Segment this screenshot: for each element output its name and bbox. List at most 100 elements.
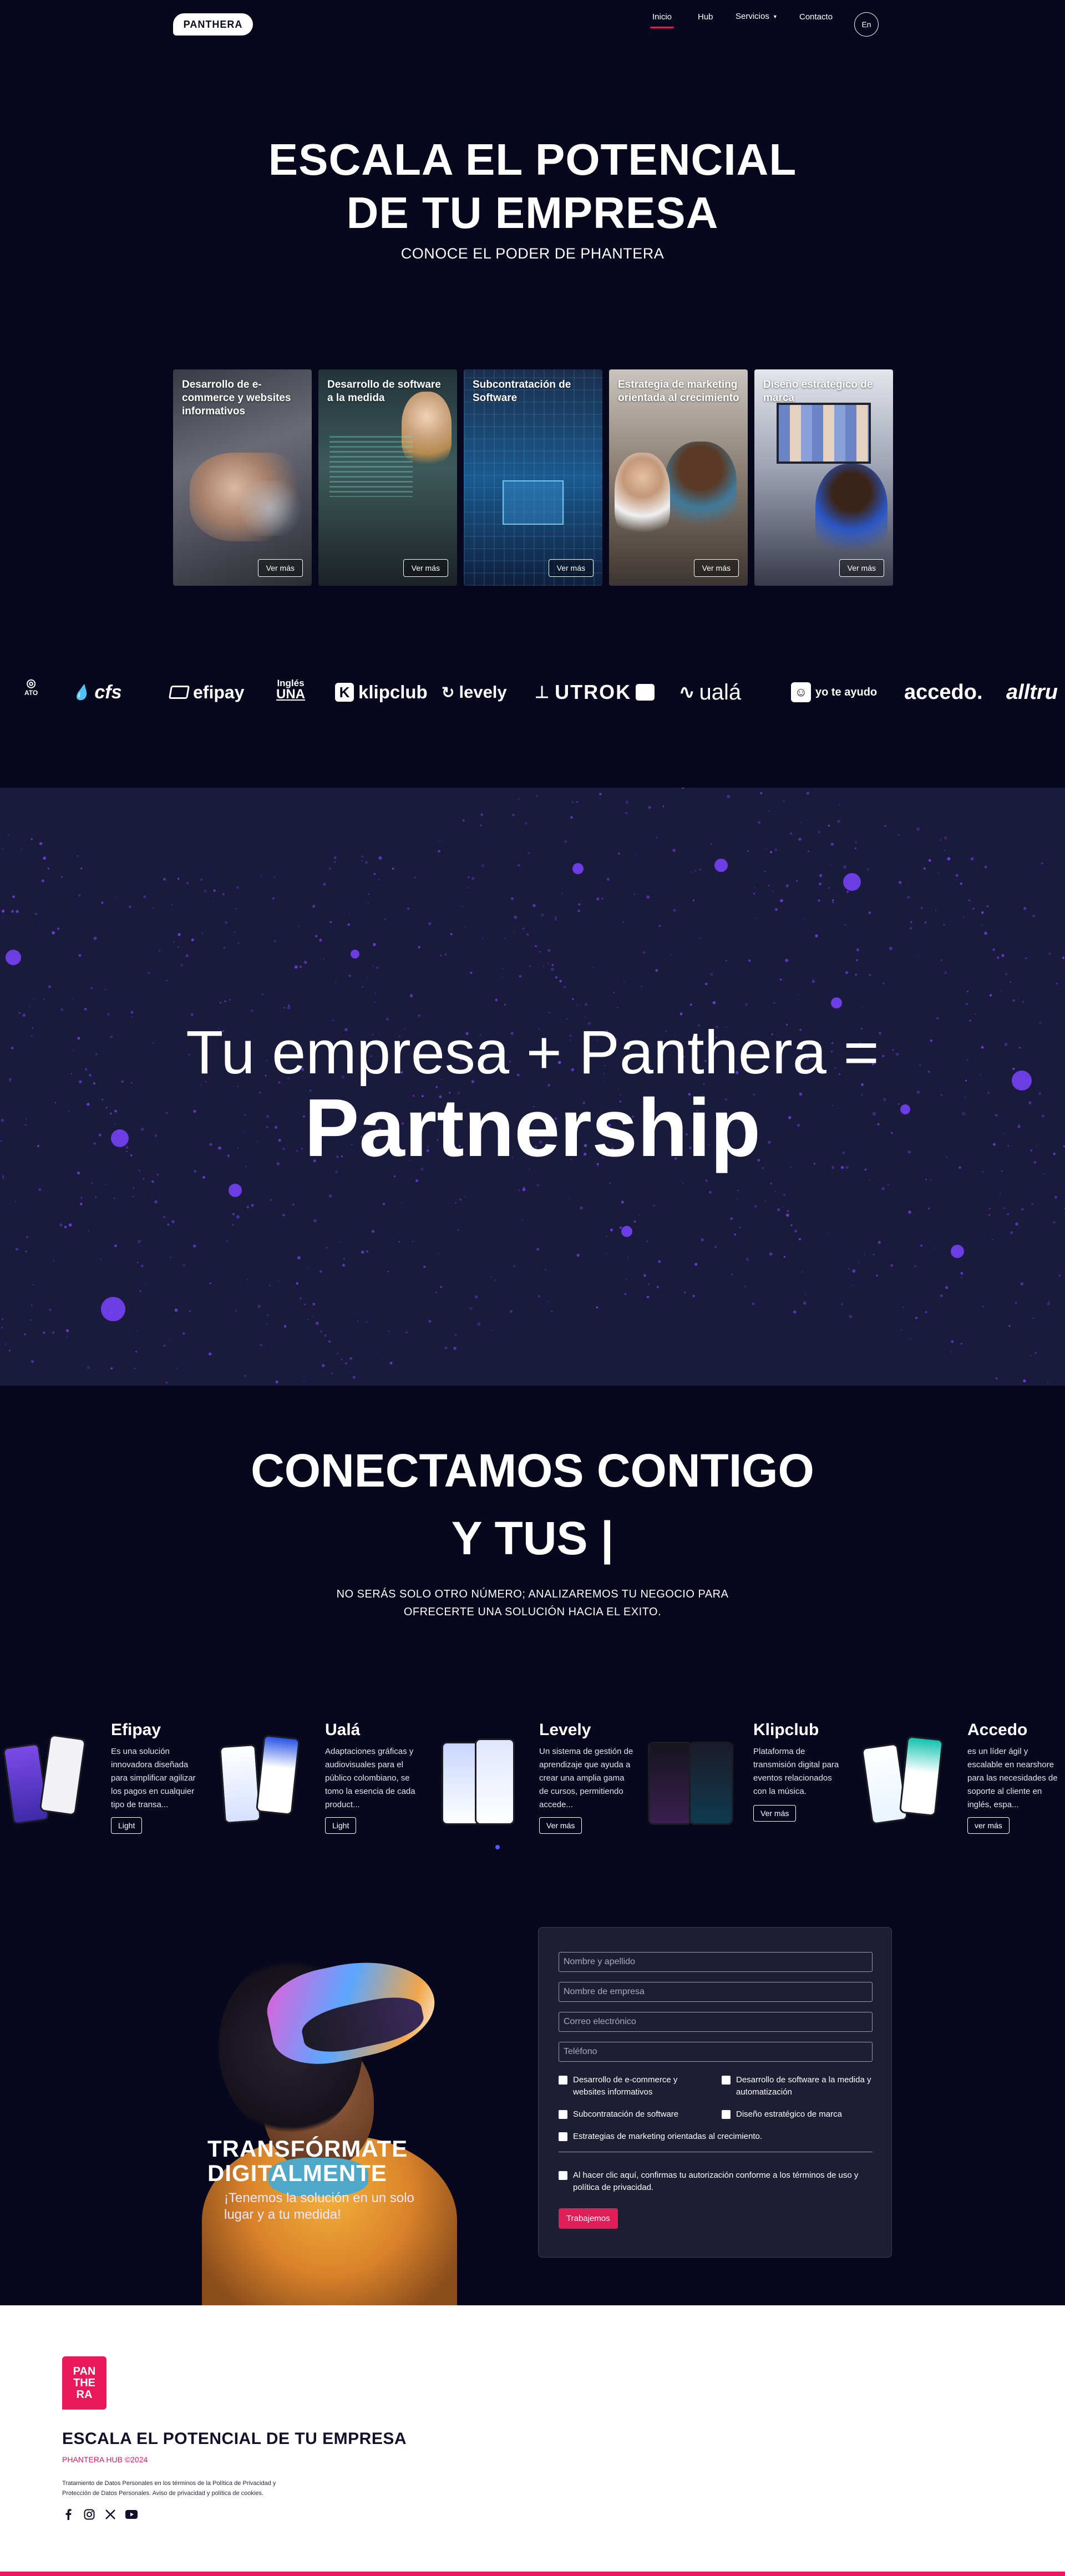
- apps-carousel: Efipay Es una solución innovadora diseña…: [0, 1714, 1065, 1858]
- particle: [224, 1000, 226, 1002]
- particle: [898, 834, 900, 836]
- particle: [1030, 1355, 1032, 1356]
- particle: [925, 1179, 927, 1180]
- particle: [1021, 1208, 1024, 1211]
- particle: [267, 1314, 268, 1316]
- footer-panthera-logo[interactable]: PAN THE RA: [62, 2356, 106, 2410]
- particle: [521, 1219, 523, 1221]
- particle: [1034, 1352, 1037, 1354]
- instagram-icon[interactable]: [83, 2508, 95, 2521]
- particle: [137, 1330, 139, 1332]
- particle: [848, 1268, 850, 1270]
- option-custom-software[interactable]: Desarrollo de software a la medida y aut…: [722, 2074, 883, 2098]
- particle: [78, 954, 82, 957]
- service-card-more-button[interactable]: Ver más: [548, 559, 594, 577]
- nav-link-inicio[interactable]: Inicio: [650, 10, 674, 28]
- particle: [43, 998, 45, 1000]
- particle: [881, 1187, 885, 1190]
- particle: [335, 981, 337, 982]
- submit-button[interactable]: Trabajemos: [559, 2208, 618, 2229]
- particle: [138, 1240, 141, 1244]
- client-logo-utrok: ⊥ UTROK: [535, 678, 655, 707]
- particle: [793, 1310, 797, 1314]
- checkbox[interactable]: [722, 2110, 731, 2119]
- youtube-icon[interactable]: [125, 2508, 138, 2521]
- particle: [800, 822, 802, 823]
- option-outsourcing[interactable]: Subcontratación de software: [559, 2108, 708, 2121]
- particle: [100, 1259, 102, 1260]
- particle: [694, 870, 697, 872]
- particle: [1010, 1231, 1013, 1234]
- service-card-title: Subcontratación de Software: [473, 379, 571, 404]
- particle: [41, 879, 45, 883]
- particle: [986, 905, 989, 907]
- panthera-logo[interactable]: PANTHERA: [173, 13, 253, 36]
- particle: [572, 998, 574, 1000]
- particle-bubble: [101, 1297, 125, 1321]
- checkbox[interactable]: [559, 2076, 567, 2085]
- service-card-outsourcing[interactable]: Subcontratación de Software Ver más: [464, 369, 602, 586]
- service-card-ecommerce[interactable]: Desarrollo de e-commerce y websites info…: [173, 369, 312, 586]
- particle: [246, 1205, 250, 1209]
- app-more-button[interactable]: ver más: [967, 1817, 1010, 1834]
- checkbox[interactable]: [722, 2076, 731, 2085]
- particle: [935, 910, 936, 911]
- service-card-marketing[interactable]: Estrategia de marketing orientada al cre…: [609, 369, 748, 586]
- nav-link-contacto[interactable]: Contacto: [799, 10, 833, 24]
- full-name-field[interactable]: [559, 1952, 873, 1972]
- particle: [1048, 952, 1051, 955]
- particle: [613, 991, 615, 993]
- service-card-more-button[interactable]: Ver más: [403, 559, 448, 577]
- checkbox[interactable]: [559, 2110, 567, 2119]
- particle: [209, 1282, 211, 1285]
- app-more-button[interactable]: Light: [111, 1817, 143, 1834]
- company-name-field[interactable]: [559, 1982, 873, 2002]
- particle: [236, 1215, 240, 1219]
- particle: [251, 1204, 254, 1207]
- particle: [968, 899, 971, 901]
- particle: [235, 1309, 237, 1312]
- particle: [349, 1357, 352, 1360]
- particle: [914, 1265, 917, 1267]
- particle: [1001, 954, 1005, 957]
- service-card-more-button[interactable]: Ver más: [257, 559, 303, 577]
- particle: [648, 1283, 650, 1285]
- option-ecommerce[interactable]: Desarrollo de e-commerce y websites info…: [559, 2074, 708, 2098]
- nav-link-hub[interactable]: Hub: [698, 10, 713, 24]
- particle: [234, 931, 236, 933]
- service-card-branding[interactable]: Diseño estratégico de marca Ver más: [754, 369, 893, 586]
- option-branding[interactable]: Diseño estratégico de marca: [722, 2108, 883, 2121]
- particle: [548, 1011, 551, 1013]
- nav-link-servicios[interactable]: Servicios ▼: [736, 9, 778, 24]
- consent-checkbox[interactable]: [559, 2171, 567, 2180]
- consent-checkbox-row[interactable]: Al hacer clic aquí, confirmas tu autoriz…: [559, 2169, 873, 2194]
- vr-woman-image: [185, 1925, 474, 2305]
- particle: [491, 1330, 493, 1331]
- phone-field[interactable]: [559, 2042, 873, 2062]
- language-toggle-button[interactable]: En: [854, 12, 879, 37]
- footer-legal-text[interactable]: Tratamiento de Datos Personales en los t…: [62, 2478, 301, 2498]
- carousel-dot[interactable]: [495, 1845, 500, 1849]
- phone-mockup: [39, 1734, 87, 1816]
- particle: [555, 976, 557, 978]
- particle: [785, 959, 789, 962]
- particle: [128, 905, 131, 909]
- particle: [16, 1248, 18, 1251]
- particle: [287, 1006, 291, 1010]
- service-card-more-button[interactable]: Ver más: [839, 559, 884, 577]
- facebook-icon[interactable]: [62, 2508, 74, 2521]
- option-marketing[interactable]: Estrategias de marketing orientadas al c…: [559, 2131, 869, 2143]
- app-more-button[interactable]: Light: [325, 1817, 357, 1834]
- particle: [868, 911, 871, 914]
- particle: [576, 801, 579, 803]
- app-more-button[interactable]: Ver más: [539, 1817, 582, 1834]
- particle: [1, 1326, 3, 1328]
- email-field[interactable]: [559, 2012, 873, 2032]
- checkbox[interactable]: [559, 2132, 567, 2141]
- app-more-button[interactable]: Ver más: [753, 1805, 797, 1822]
- particle: [467, 887, 469, 889]
- x-icon[interactable]: [104, 2508, 116, 2521]
- service-card-more-button[interactable]: Ver más: [693, 559, 739, 577]
- service-card-software[interactable]: Desarrollo de software a la medida Ver m…: [318, 369, 457, 586]
- particle: [189, 1310, 191, 1312]
